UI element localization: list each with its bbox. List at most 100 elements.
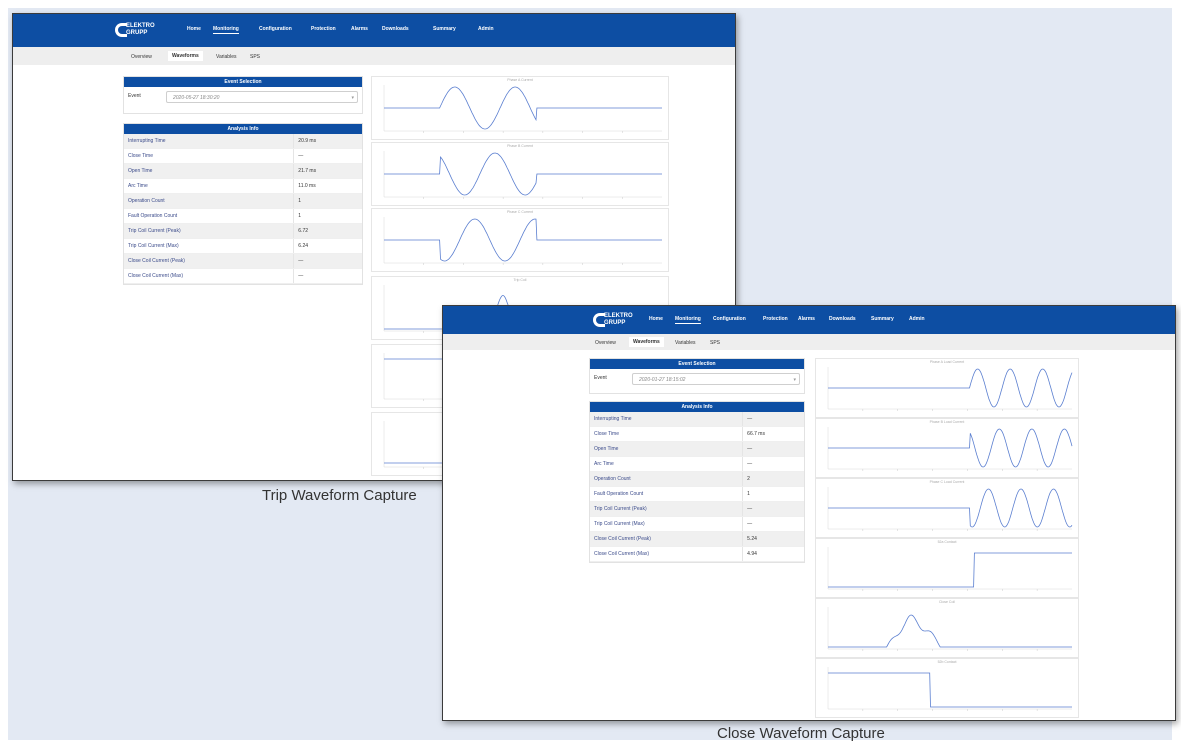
- tab-sps[interactable]: SPS: [710, 340, 720, 346]
- analysis-info-table: Interrupting Time — Close Time 66.7 ms Ope…: [590, 412, 804, 562]
- row-label: Operation Count: [590, 471, 743, 487]
- waveform-line: [384, 86, 662, 130]
- event-selection-card: Event Selection Event 2020-01-27 18:15:0…: [589, 358, 805, 394]
- row-value: 1: [742, 486, 804, 502]
- row-label: Close Time: [590, 426, 743, 442]
- logo-text: ELEKTRO GRUPP: [126, 23, 155, 36]
- nav-admin[interactable]: Admin: [909, 316, 925, 322]
- row-value: 20.9 ms: [293, 134, 362, 149]
- analysis-info-card: Analysis Info Interrupting Time — Close T…: [589, 401, 805, 563]
- row-value: 6.72: [293, 223, 362, 239]
- waveform-line: [384, 218, 662, 262]
- row-value: 66.7 ms: [742, 426, 804, 442]
- tab-sps[interactable]: SPS: [250, 54, 260, 60]
- row-value: 5.24: [742, 531, 804, 547]
- waveform-chart: [827, 427, 1073, 471]
- close-chart-coil: Close Coil: [815, 598, 1079, 658]
- row-value: —: [293, 268, 362, 284]
- nav-configuration[interactable]: Configuration: [259, 26, 292, 32]
- tab-variables[interactable]: Variables: [675, 340, 695, 346]
- tab-overview[interactable]: Overview: [595, 340, 616, 346]
- close-chart-52b: 52b Contact: [815, 658, 1079, 718]
- trip-chart-phase-c: Phase C Current: [371, 208, 669, 272]
- nav-monitoring[interactable]: Monitoring: [675, 316, 701, 324]
- event-selection-header: Event Selection: [590, 359, 804, 369]
- table-row: Close Coil Current (Peak) 5.24: [590, 531, 804, 547]
- table-row: Fault Operation Count 1: [124, 208, 362, 224]
- sub-navbar: Overview Waveforms Variables SPS: [13, 47, 735, 65]
- table-row: Arc Time 11.0 ms: [124, 178, 362, 194]
- nav-alarms[interactable]: Alarms: [351, 26, 368, 32]
- row-label: Interrupting Time: [590, 412, 743, 427]
- table-row: Operation Count 1: [124, 193, 362, 209]
- row-value: —: [293, 253, 362, 269]
- row-label: Close Coil Current (Peak): [124, 253, 294, 269]
- logo: ELEKTRO GRUPP: [593, 311, 633, 331]
- tab-waveforms[interactable]: Waveforms: [629, 337, 664, 347]
- table-row: Operation Count 2: [590, 471, 804, 487]
- nav-protection[interactable]: Protection: [311, 26, 336, 32]
- nav-configuration[interactable]: Configuration: [713, 316, 746, 322]
- table-row: Trip Coil Current (Max) —: [590, 516, 804, 532]
- close-caption: Close Waveform Capture: [717, 725, 885, 742]
- waveform-line: [828, 672, 1072, 708]
- waveform-chart: [827, 367, 1073, 411]
- nav-admin[interactable]: Admin: [478, 26, 494, 32]
- table-row: Open Time —: [590, 441, 804, 457]
- table-row: Arc Time —: [590, 456, 804, 472]
- top-navbar: ELEKTRO GRUPP Home Monitoring Configurat…: [443, 306, 1175, 334]
- waveform-line: [828, 488, 1073, 528]
- nav-summary[interactable]: Summary: [433, 26, 456, 32]
- row-label: Close Coil Current (Max): [590, 546, 743, 562]
- tab-waveforms[interactable]: Waveforms: [168, 51, 203, 61]
- tab-overview[interactable]: Overview: [131, 54, 152, 60]
- row-label: Operation Count: [124, 193, 294, 209]
- event-select[interactable]: 2020-01-27 18:15:02 ▾: [632, 373, 800, 385]
- nav-home[interactable]: Home: [187, 26, 201, 32]
- trip-chart-phase-a: Phase A Current: [371, 76, 669, 140]
- row-value: —: [742, 516, 804, 532]
- waveform-line: [828, 552, 1072, 588]
- trip-caption: Trip Waveform Capture: [262, 487, 417, 504]
- table-row: Close Coil Current (Max) 4.94: [590, 546, 804, 562]
- event-label: Event: [594, 375, 607, 381]
- row-label: Close Coil Current (Peak): [590, 531, 743, 547]
- row-label: Trip Coil Current (Max): [590, 516, 743, 532]
- nav-downloads[interactable]: Downloads: [829, 316, 856, 322]
- nav-home[interactable]: Home: [649, 316, 663, 322]
- nav-downloads[interactable]: Downloads: [382, 26, 409, 32]
- row-label: Close Time: [124, 148, 294, 164]
- tab-variables[interactable]: Variables: [216, 54, 236, 60]
- nav-monitoring[interactable]: Monitoring: [213, 26, 239, 34]
- table-row: Fault Operation Count 1: [590, 486, 804, 502]
- close-waveform-screenshot: ELEKTRO GRUPP Home Monitoring Configurat…: [442, 305, 1176, 721]
- waveform-line: [384, 152, 662, 196]
- chevron-down-icon: ▾: [793, 377, 796, 383]
- nav-summary[interactable]: Summary: [871, 316, 894, 322]
- event-select[interactable]: 2020-05-27 18:30:20 ▾: [166, 91, 358, 103]
- row-label: Arc Time: [590, 456, 743, 472]
- row-label: Arc Time: [124, 178, 294, 194]
- top-navbar: ELEKTRO GRUPP Home Monitoring Configurat…: [13, 14, 735, 47]
- nav-alarms[interactable]: Alarms: [798, 316, 815, 322]
- row-label: Interrupting Time: [124, 134, 294, 149]
- waveform-chart: [383, 85, 662, 133]
- row-value: 4.94: [742, 546, 804, 562]
- table-row: Close Time —: [124, 148, 362, 164]
- trip-chart-phase-b: Phase B Current: [371, 142, 669, 206]
- event-selection-header: Event Selection: [124, 77, 362, 87]
- waveform-chart: [827, 487, 1073, 531]
- row-value: 1: [293, 208, 362, 224]
- waveform-chart: [827, 667, 1072, 711]
- waveform-chart: [383, 151, 662, 199]
- row-label: Fault Operation Count: [590, 486, 743, 502]
- row-label: Trip Coil Current (Max): [124, 238, 294, 254]
- row-label: Trip Coil Current (Peak): [124, 223, 294, 239]
- row-value: —: [742, 501, 804, 517]
- row-value: 6.24: [293, 238, 362, 254]
- nav-protection[interactable]: Protection: [763, 316, 788, 322]
- close-chart-phase-a: Phase A Load Current: [815, 358, 1079, 418]
- close-chart-phase-c: Phase C Load Current: [815, 478, 1079, 538]
- event-selection-card: Event Selection Event 2020-05-27 18:30:2…: [123, 76, 363, 114]
- table-row: Trip Coil Current (Peak) —: [590, 501, 804, 517]
